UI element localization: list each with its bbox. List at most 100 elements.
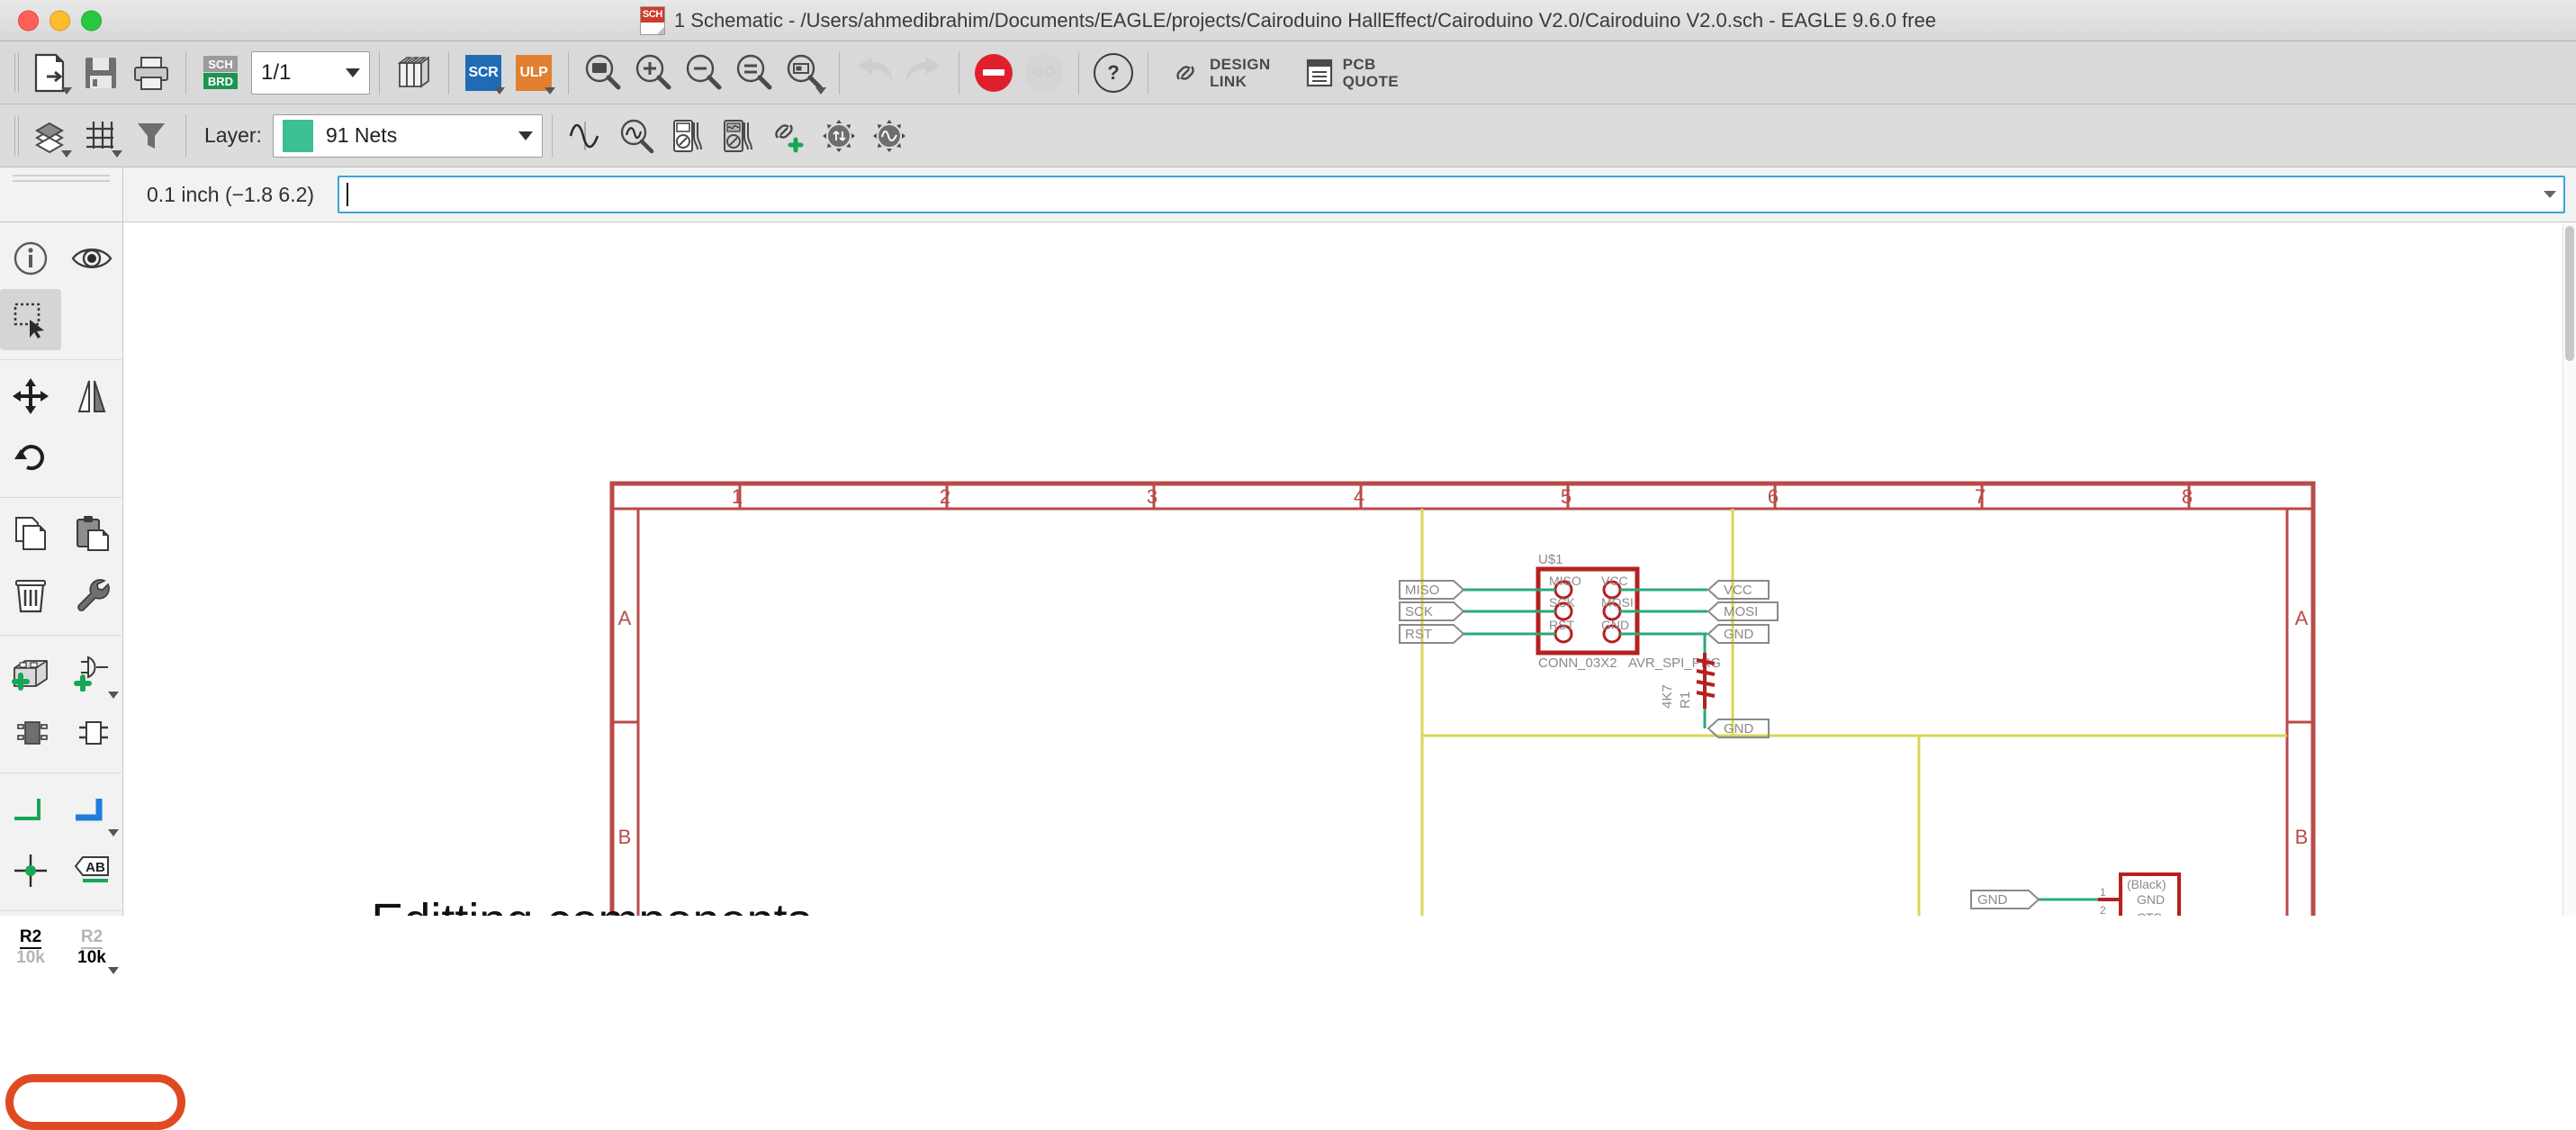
chevron-down-icon[interactable]: [61, 149, 72, 158]
vertical-scrollbar[interactable]: [2562, 222, 2576, 916]
chevron-down-icon[interactable]: [112, 149, 122, 158]
spice-settings-button[interactable]: [814, 111, 864, 161]
stop-icon: [975, 53, 1013, 92]
zoom-in-button[interactable]: [628, 48, 679, 98]
chevron-down-icon[interactable]: [61, 86, 72, 95]
layer-select[interactable]: 91 Nets: [272, 113, 543, 158]
show-tool[interactable]: [61, 228, 122, 289]
library-manager-button[interactable]: [389, 48, 439, 98]
rotate-icon: [14, 445, 44, 471]
palette-group-name-value: R2 10k R2 10k: [0, 911, 122, 987]
invoke-tool[interactable]: [61, 702, 122, 764]
zoom-redraw-button[interactable]: [729, 48, 779, 98]
name-value-highlight-annotation: [5, 1074, 185, 1130]
copy-tool[interactable]: [0, 503, 61, 565]
chevron-down-icon[interactable]: [815, 86, 826, 95]
chevron-down-icon[interactable]: [545, 86, 555, 95]
palette-group-transform: [0, 360, 122, 498]
zoom-out-button[interactable]: [679, 48, 729, 98]
replace-tool[interactable]: [0, 702, 61, 764]
title-bar: SCH 1 Schematic - /Users/ahmedibrahim/Do…: [0, 0, 2576, 41]
stop-button[interactable]: [968, 48, 1019, 98]
svg-text:SCH: SCH: [208, 58, 232, 71]
undo-button[interactable]: [849, 48, 899, 98]
name-tool-glyph: R2 10k: [16, 927, 45, 967]
pcb-quote-line1: PCB: [1342, 55, 1376, 73]
chevron-down-icon[interactable]: [2544, 191, 2556, 198]
mirror-tool[interactable]: [61, 366, 122, 427]
group-tool[interactable]: [0, 289, 61, 350]
toolbar-grip[interactable]: [13, 52, 22, 93]
chevron-down-icon[interactable]: [108, 692, 119, 699]
window-controls[interactable]: [18, 10, 102, 31]
simulation-probe-button[interactable]: [612, 111, 662, 161]
rotate-tool[interactable]: [0, 427, 61, 488]
minimize-button[interactable]: [50, 10, 70, 31]
switch-to-board-button[interactable]: SCH BRD: [195, 48, 246, 98]
delete-tool[interactable]: [0, 565, 61, 626]
svg-text:4K7: 4K7: [1660, 684, 1675, 709]
add-part-tool[interactable]: [0, 641, 61, 702]
label-tool[interactable]: AB: [61, 840, 122, 901]
isp-connector-symbol: U$1 MISOSCKRST VCCMOSIGND CONN_03X2 AVR_…: [1399, 552, 1779, 738]
gear-updown-icon: [822, 119, 855, 152]
funnel-icon: [138, 122, 165, 149]
pcb-quote-button[interactable]: PCB QUOTE: [1293, 48, 1411, 98]
close-button[interactable]: [18, 10, 39, 31]
svg-text:BRD: BRD: [208, 75, 233, 88]
palette-group-add: [0, 636, 122, 773]
scrollbar-thumb[interactable]: [2565, 226, 2574, 361]
command-input[interactable]: [338, 176, 2565, 213]
value-tool-top: R2: [80, 927, 104, 949]
chevron-down-icon[interactable]: [346, 68, 360, 77]
multimeter-button[interactable]: [662, 111, 713, 161]
name-tool[interactable]: R2 10k: [0, 917, 61, 978]
schematic-canvas[interactable]: 1 2 3 4 5 6 7 8 ABC: [123, 222, 2576, 916]
save-button[interactable]: [76, 48, 126, 98]
chevron-down-icon[interactable]: [108, 967, 119, 974]
maximize-button[interactable]: [81, 10, 102, 31]
chevron-down-icon[interactable]: [518, 131, 533, 140]
print-button[interactable]: [126, 48, 176, 98]
add-spice-link-button[interactable]: [763, 111, 814, 161]
toolbar-grip[interactable]: [13, 115, 22, 156]
add-gate-tool[interactable]: [61, 641, 122, 702]
workspace: AB R2 10k R2 10k 1 2 3 4 5 6 7 8 A B A B…: [0, 222, 2576, 1130]
simulation-settings-button[interactable]: [864, 111, 914, 161]
layer-settings-button[interactable]: [25, 111, 76, 161]
simulate-button[interactable]: [562, 111, 612, 161]
open-file-button[interactable]: [25, 48, 76, 98]
chevron-down-icon[interactable]: [108, 829, 119, 836]
run-script-button[interactable]: SCR: [458, 48, 509, 98]
command-bar: 0.1 inch (−1.8 6.2): [0, 167, 2576, 222]
layers-icon: [34, 122, 65, 153]
design-link-button[interactable]: DESIGN LINK: [1157, 48, 1293, 98]
add-gate-icon: [74, 655, 108, 692]
sheet-select[interactable]: 1/1: [251, 50, 370, 95]
redo-button[interactable]: [899, 48, 950, 98]
run-ulp-button[interactable]: ULP: [509, 48, 559, 98]
paste-tool[interactable]: [61, 503, 122, 565]
sheet-value: 1/1: [261, 59, 292, 85]
go-button[interactable]: GO: [1019, 48, 1069, 98]
group-select-icon: [14, 303, 44, 339]
layer-label: Layer:: [204, 123, 262, 147]
layer-color-swatch: [282, 119, 313, 152]
grid-settings-button[interactable]: [76, 111, 126, 161]
value-tool[interactable]: R2 10k: [61, 917, 122, 978]
zoom-fit-button[interactable]: [578, 48, 628, 98]
info-tool[interactable]: [0, 228, 61, 289]
zoom-select-button[interactable]: [779, 48, 830, 98]
net-tool[interactable]: [0, 779, 61, 840]
display-filter-button[interactable]: [126, 111, 176, 161]
move-tool[interactable]: [0, 366, 61, 427]
chevron-down-icon[interactable]: [494, 86, 505, 95]
schematic-icon-label: SCH: [640, 6, 664, 23]
scope-button[interactable]: [713, 111, 763, 161]
pcb-quote-line2: QUOTE: [1342, 72, 1400, 90]
invoke-icon: [79, 721, 108, 745]
bus-tool[interactable]: [61, 779, 122, 840]
change-tool[interactable]: [61, 565, 122, 626]
junction-tool[interactable]: [0, 840, 61, 901]
help-button[interactable]: ?: [1088, 48, 1139, 98]
